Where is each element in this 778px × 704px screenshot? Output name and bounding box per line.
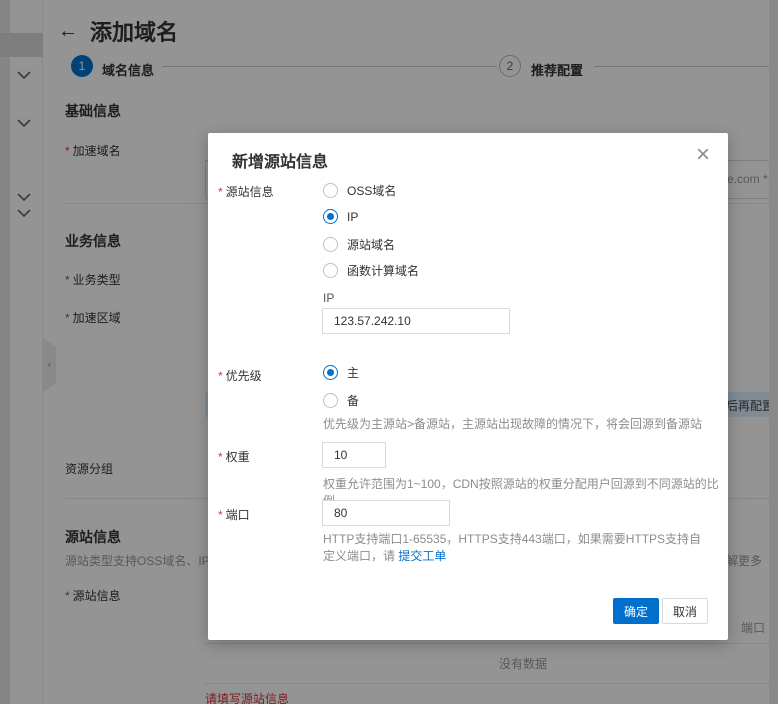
radio-icon-selected: [323, 209, 338, 224]
radio-icon: [323, 237, 338, 252]
radio-icon: [323, 183, 338, 198]
label-weight: * 权重: [218, 450, 250, 464]
submit-ticket-link[interactable]: 提交工单: [398, 549, 446, 563]
port-input[interactable]: [322, 500, 450, 526]
radio-label: IP: [347, 209, 359, 224]
dialog-title: 新增源站信息: [232, 154, 329, 171]
radio-origin-domain[interactable]: 源站域名: [323, 236, 395, 253]
required-marker: *: [218, 369, 223, 383]
add-origin-dialog: 新增源站信息 × *源站信息 OSS域名 IP 源站域名 函数计算域名 IP *…: [208, 133, 728, 640]
priority-help-text: 优先级为主源站>备源站，主源站出现故障的情况下，将会回源到备源站: [323, 417, 703, 431]
ip-input[interactable]: [322, 308, 510, 334]
radio-label: 主: [347, 366, 360, 380]
port-help-prefix: HTTP支持端口1-65535，HTTPS支持443端口，如果需要HTTPS支持…: [323, 532, 702, 563]
radio-label: 备: [347, 394, 360, 408]
label-port: * 端口: [218, 508, 250, 522]
radio-ip[interactable]: IP: [323, 209, 358, 224]
screen: ‹ ← 添加域名 1 域名信息 2 推荐配置 基础信息 * 加速域名 e.com …: [0, 0, 778, 704]
radio-oss-domain[interactable]: OSS域名: [323, 182, 396, 199]
radio-priority-backup[interactable]: 备: [323, 392, 359, 409]
port-help-text: HTTP支持端口1-65535，HTTPS支持443端口，如果需要HTTPS支持…: [323, 531, 711, 565]
ok-button[interactable]: 确定: [613, 598, 659, 624]
label-priority: * 优先级: [218, 369, 262, 383]
radio-label: 函数计算域名: [347, 264, 420, 278]
radio-function-compute-domain[interactable]: 函数计算域名: [323, 262, 419, 279]
radio-label: OSS域名: [347, 184, 397, 198]
ip-sublabel: IP: [323, 291, 335, 305]
radio-icon: [323, 393, 338, 408]
close-icon[interactable]: ×: [696, 143, 710, 167]
radio-priority-primary[interactable]: 主: [323, 364, 359, 381]
radio-icon-selected: [323, 365, 338, 380]
radio-label: 源站域名: [347, 238, 396, 252]
radio-icon: [323, 263, 338, 278]
required-marker: *: [218, 185, 223, 199]
required-marker: *: [218, 508, 223, 522]
weight-input[interactable]: [322, 442, 386, 468]
required-marker: *: [218, 450, 223, 464]
label-origin-info-field: * 源站信息: [218, 185, 274, 199]
cancel-button[interactable]: 取消: [662, 598, 708, 624]
